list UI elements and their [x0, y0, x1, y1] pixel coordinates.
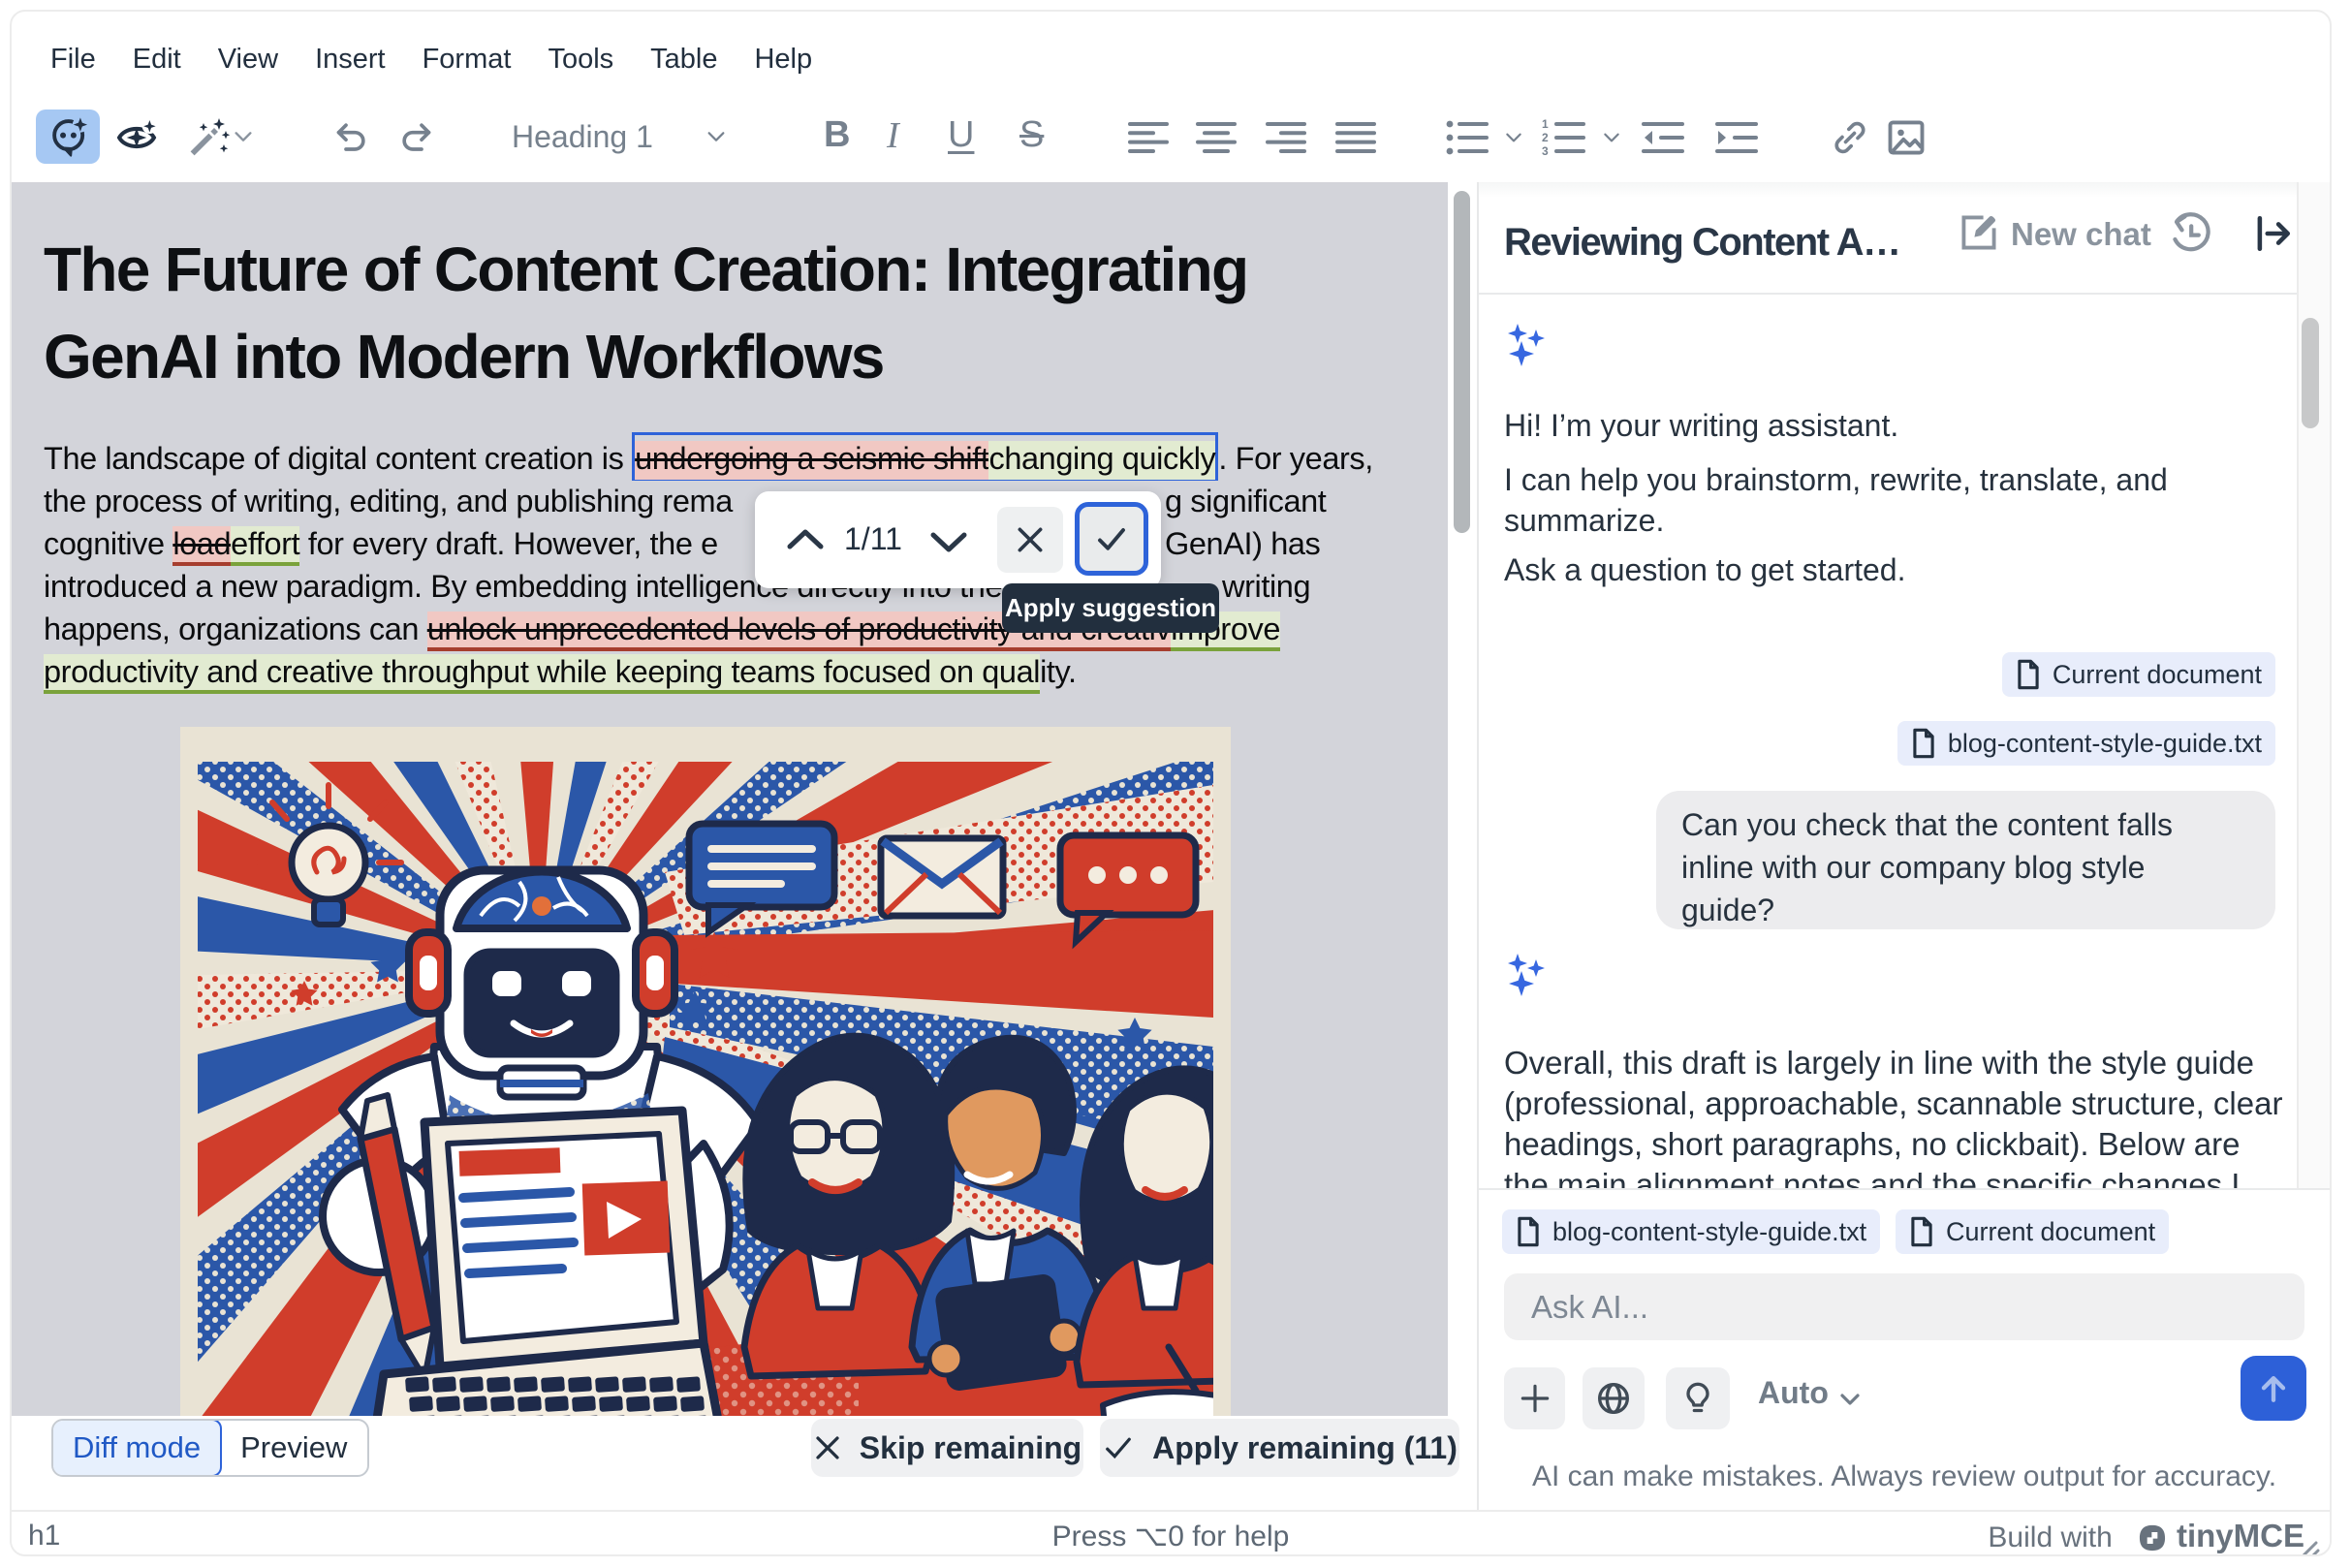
svg-text:2: 2: [1542, 131, 1549, 144]
svg-text:1: 1: [1542, 118, 1549, 131]
svg-text:3: 3: [1542, 144, 1549, 157]
